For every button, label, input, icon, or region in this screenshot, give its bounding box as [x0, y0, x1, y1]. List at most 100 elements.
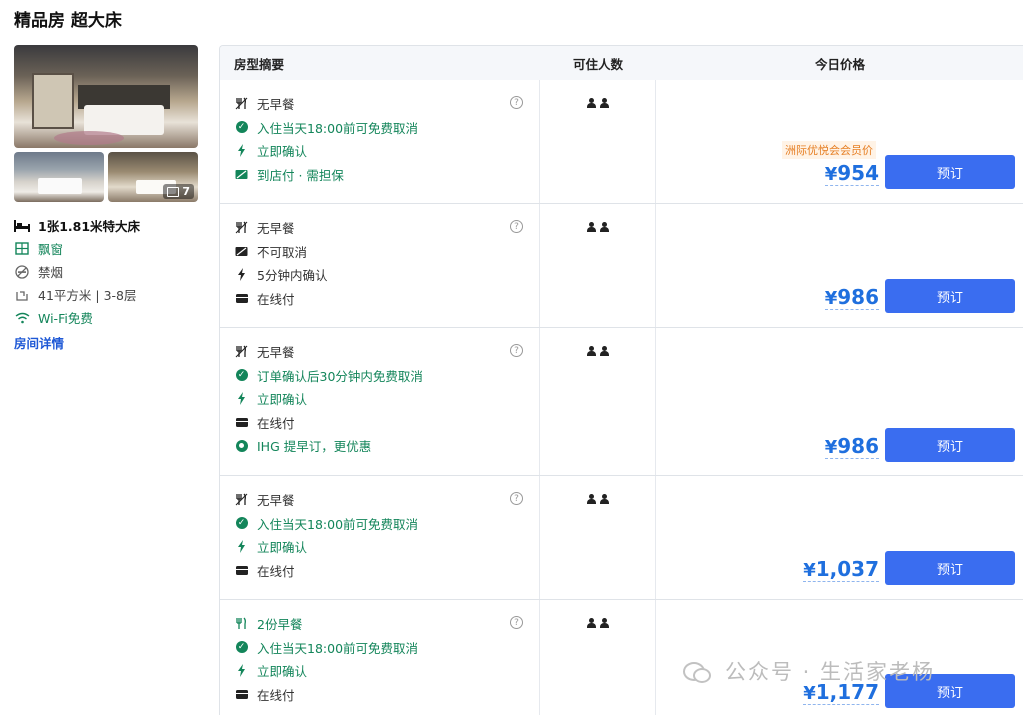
- rate-summary: 无早餐 ✓ 入住当天18:00前可免费取消 立即确认 在线付?: [220, 476, 540, 599]
- rate-summary: 无早餐 ✓ 入住当天18:00前可免费取消 立即确认 到店付 · 需担保?: [220, 80, 540, 203]
- person-icon: [599, 222, 609, 232]
- rate-feature: ✓ 入住当天18:00前可免费取消: [235, 636, 539, 660]
- no-breakfast-icon: [235, 97, 248, 110]
- rate-row: 无早餐 ✓ 订单确认后30分钟内免费取消 立即确认 在线付 IHG 提早订，更优惠? ¥98…: [220, 328, 1023, 476]
- book-button[interactable]: 预订: [885, 155, 1015, 189]
- price-cell: ¥986 预订: [656, 328, 1023, 475]
- picture-icon: [167, 186, 180, 197]
- currency-symbol: ¥: [803, 560, 816, 581]
- price: ¥986: [824, 285, 879, 310]
- card-icon: [235, 416, 248, 429]
- help-icon[interactable]: ?: [510, 220, 523, 233]
- price: ¥1,037: [803, 557, 879, 582]
- rate-feature: 不可取消: [235, 240, 539, 264]
- rate-row: 无早餐 不可取消 5分钟内确认 在线付? ¥986 预订: [220, 204, 1023, 328]
- member-price-tag: 洲际优悦会会员价: [782, 141, 876, 159]
- header-price: 今日价格: [814, 56, 865, 72]
- currency-symbol: ¥: [824, 164, 838, 185]
- table-header: 房型摘要 可住人数 今日价格: [220, 46, 1023, 80]
- no-breakfast-icon: [235, 345, 248, 358]
- no-smoking-icon: [14, 264, 30, 279]
- pay-at-hotel-icon: [235, 168, 248, 181]
- bolt-icon: [235, 144, 248, 158]
- breakfast-icon: [235, 617, 248, 630]
- rate-feature: ✓ 入住当天18:00前可免费取消: [235, 116, 539, 140]
- no-breakfast-icon: [235, 221, 248, 234]
- room-thumb-1[interactable]: [14, 152, 104, 202]
- header-guests: 可住人数: [572, 56, 623, 72]
- person-icon: [599, 618, 609, 628]
- room-thumb-2[interactable]: 7: [108, 152, 198, 202]
- currency-symbol: ¥: [824, 288, 838, 309]
- currency-symbol: ¥: [824, 437, 838, 458]
- guest-capacity: [540, 80, 656, 203]
- rate-feature: 在线付: [235, 683, 539, 707]
- room-details-link[interactable]: 房间详情: [14, 333, 198, 352]
- person-icon: [599, 494, 609, 504]
- person-icon: [586, 346, 596, 356]
- rate-feature: 立即确认: [235, 535, 539, 559]
- bed-icon: [14, 219, 30, 233]
- no-cancel-icon: [235, 245, 248, 258]
- price-cell: 洲际优悦会会员价 ¥954 预订: [656, 80, 1023, 203]
- card-icon: [235, 292, 248, 305]
- rate-summary: 2份早餐 ✓ 入住当天18:00前可免费取消 立即确认 在线付?: [220, 600, 540, 715]
- guest-capacity: [540, 600, 656, 715]
- currency-symbol: ¥: [803, 683, 816, 704]
- no-breakfast-icon: [235, 493, 248, 506]
- help-icon[interactable]: ?: [510, 344, 523, 357]
- help-icon[interactable]: ?: [510, 616, 523, 629]
- wifi-icon: [14, 311, 30, 325]
- person-icon: [586, 494, 596, 504]
- rate-feature: 无早餐: [235, 488, 539, 512]
- bolt-icon: [235, 268, 248, 282]
- rate-feature: 2份早餐: [235, 612, 539, 636]
- card-icon: [235, 564, 248, 577]
- window-info: 飘窗: [14, 237, 198, 260]
- card-icon: [235, 688, 248, 701]
- check-circle-icon: ✓: [235, 517, 248, 530]
- price: ¥986: [824, 434, 879, 459]
- person-icon: [599, 98, 609, 108]
- window-icon: [14, 242, 30, 256]
- rate-feature: ✓ 订单确认后30分钟内免费取消: [235, 364, 539, 388]
- check-circle-icon: ✓: [235, 121, 248, 134]
- rate-feature: 在线付: [235, 559, 539, 583]
- header-summary: 房型摘要: [234, 56, 285, 72]
- rate-feature: 到店付 · 需担保: [235, 163, 539, 187]
- photo-count: 7: [182, 185, 190, 198]
- rate-row: 无早餐 ✓ 入住当天18:00前可免费取消 立即确认 到店付 · 需担保? 洲际优悦会会员…: [220, 80, 1023, 204]
- person-icon: [599, 346, 609, 356]
- book-button[interactable]: 预订: [885, 428, 1015, 462]
- rate-table: 房型摘要 可住人数 今日价格 无早餐 ✓ 入住当天18:00前可免费取消 立即确认 到店…: [219, 45, 1023, 715]
- check-circle-icon: ✓: [235, 369, 248, 382]
- check-circle-icon: ✓: [235, 641, 248, 654]
- photo-count-badge: 7: [163, 184, 194, 199]
- room-main-photo[interactable]: [14, 45, 198, 148]
- book-button[interactable]: 预订: [885, 551, 1015, 585]
- rate-summary: 无早餐 ✓ 订单确认后30分钟内免费取消 立即确认 在线付 IHG 提早订，更优惠?: [220, 328, 540, 475]
- wechat-icon: [683, 660, 711, 683]
- wifi-info: Wi-Fi免费: [14, 306, 198, 329]
- bolt-icon: [235, 540, 248, 554]
- price-cell: ¥1,037 预订: [656, 476, 1023, 599]
- bolt-icon: [235, 392, 248, 406]
- rate-feature: 立即确认: [235, 139, 539, 163]
- area-icon: [14, 288, 30, 302]
- bolt-icon: [235, 664, 248, 678]
- person-icon: [586, 98, 596, 108]
- help-icon[interactable]: ?: [510, 492, 523, 505]
- person-icon: [586, 222, 596, 232]
- price: ¥954: [824, 161, 879, 186]
- book-button[interactable]: 预订: [885, 279, 1015, 313]
- rate-feature: 5分钟内确认: [235, 263, 539, 287]
- room-title: 精品房 超大床: [14, 11, 122, 31]
- room-info-panel: 7 1张1.81米特大床 飘窗 禁烟 41平方米 | 3-8层 Wi-Fi免费 …: [14, 45, 198, 352]
- rate-summary: 无早餐 不可取消 5分钟内确认 在线付?: [220, 204, 540, 327]
- help-icon[interactable]: ?: [510, 96, 523, 109]
- rate-feature: 立即确认: [235, 387, 539, 411]
- rate-row: 无早餐 ✓ 入住当天18:00前可免费取消 立即确认 在线付? ¥1,037 预订: [220, 476, 1023, 600]
- watermark: 公众号 · 生活家老杨: [683, 656, 935, 686]
- rate-feature: 无早餐: [235, 92, 539, 116]
- rate-feature: 立即确认: [235, 659, 539, 683]
